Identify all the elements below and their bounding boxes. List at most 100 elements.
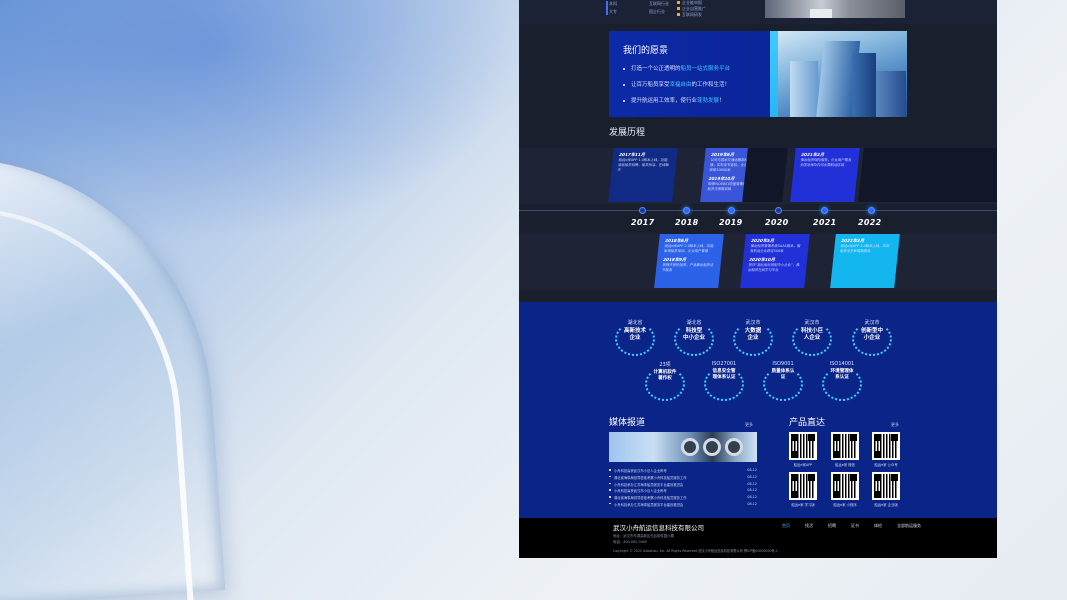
media-banner-image[interactable] <box>609 432 757 462</box>
honor-badge: 武汉市 大数据 企业 <box>731 308 775 356</box>
honor-badge: ISO14001 环境管理体 系认证 <box>820 357 864 401</box>
laurel-wreath-icon <box>645 367 685 401</box>
timeline-node <box>728 207 735 214</box>
qr-code[interactable] <box>789 432 817 460</box>
qr-label: 船运e家APP <box>793 463 813 467</box>
qr-code[interactable] <box>831 472 859 500</box>
qr-label: 船运e家 学习版 <box>791 503 815 507</box>
products-more-link[interactable]: 更多 <box>891 422 899 428</box>
qr-label: 船运e家 公众号 <box>874 463 898 467</box>
timeline-year: 2021 <box>813 218 837 227</box>
history-timeline: 2017年11月 船运e家APP 1.0版本上线，功能涵盖船员招聘、船员找活、在线… <box>519 142 997 302</box>
vision-item: 打造一个公正透明的船员一站式服务平台 <box>623 64 730 80</box>
laurel-wreath-icon <box>704 367 744 401</box>
timeline-node <box>821 207 828 214</box>
history-card: 2022年3月 船运e家APP 3.0版本上线，实现船员全生命周期服务 <box>830 234 900 288</box>
timeline-year: 2019 <box>719 218 743 227</box>
laurel-wreath-icon <box>822 367 862 401</box>
timeline-node <box>683 207 690 214</box>
background-glass-edge <box>0 192 195 600</box>
industry-list: 互联网行业 国企行业 <box>649 0 669 16</box>
timeline-year: 2020 <box>765 218 789 227</box>
timeline-node <box>868 207 875 214</box>
timeline-year: 2017 <box>631 218 655 227</box>
footer-copyright: Copyright © 2021 Xiaozhou, Inc. All Righ… <box>613 549 778 553</box>
footer-company-name: 武汉小舟航运信息科技有限公司 <box>613 524 704 532</box>
qr-code[interactable] <box>831 432 859 460</box>
qr-label: 船运e家 企业版 <box>874 503 898 507</box>
honor-badge: ISO27001 信息安全管 理体系认证 <box>702 357 746 401</box>
timeline-node <box>639 207 646 214</box>
qr-code[interactable] <box>872 432 900 460</box>
footer-nav: 首页 找活 招聘 证书 体检 全部航运服务 <box>782 523 921 529</box>
news-item[interactable]: 湖北省海事局领导莅临考察小舟科技船员服务工作 08-12 <box>609 475 757 482</box>
laurel-wreath-icon <box>852 322 892 356</box>
news-item[interactable]: 小舟科技承办江苏海事船员服务平台建设推进会 08-12 <box>609 502 757 509</box>
footer-nav-recruit[interactable]: 招聘 <box>828 523 836 529</box>
laurel-wreath-icon <box>792 322 832 356</box>
laurel-wreath-icon <box>615 322 655 356</box>
honors-section: 湖北省 高新技术 企业 湖北省 科技型 中小企业 武汉市 大数据 企业 武汉市 科技小… <box>519 302 997 410</box>
industry-item: 国企行业 <box>649 9 665 14</box>
news-item[interactable]: 小舟科技喜获武汉市小巨人企业称号 08-12 <box>609 468 757 475</box>
news-list: 小舟科技喜获武汉市小巨人企业称号 08-12 湖北省海事局领导莅临考察小舟科技船员… <box>609 468 757 509</box>
vision-item: 让百万船员享受幸福自由的工作和生活！ <box>623 80 730 96</box>
media-title: 媒体报道 <box>609 418 646 428</box>
industry-item: 互联网行业 <box>649 1 669 6</box>
media-more-link[interactable]: 更多 <box>745 422 753 428</box>
qr-code[interactable] <box>789 472 817 500</box>
footer-nav-certificate[interactable]: 证书 <box>851 523 859 529</box>
media-products-section: 媒体报道 更多 小舟科技喜获武汉市小巨人企业称号 08-12 湖北省海事局领导莅临… <box>519 410 997 518</box>
footer-nav-medical[interactable]: 体检 <box>874 523 882 529</box>
history-card: 2017年11月 船运e家APP 1.0版本上线，功能涵盖船员招聘、船员找活、在线… <box>608 148 678 202</box>
timeline-node <box>775 207 782 214</box>
footer-nav-services[interactable]: 全部航运服务 <box>897 523 921 529</box>
service-list: 企业能申报 企业自营推广 互联网研发 <box>677 0 706 18</box>
footer-address: 地址：武汉市东湖高新区光谷软件园六期 <box>613 534 675 538</box>
history-card: 2020年5月 推出船员管理系统SAAS版本，服务航运企业超过500家 2020年… <box>740 234 810 288</box>
history-card: 2018年6月 船运e家APP 2.0版本上线，功能新增船员培训、企业用户管理 2… <box>654 234 724 288</box>
qr-label: 船运e家 小程序 <box>833 503 857 507</box>
news-item[interactable]: 小舟科技喜获武汉市小巨人企业称号 08-12 <box>609 488 757 495</box>
laurel-wreath-icon <box>763 367 803 401</box>
website-page-mockup: 本科 大专 互联网行业 国企行业 企业能申报 企业自营推广 互联网研发 我们的愿… <box>519 0 997 558</box>
qr-code[interactable] <box>872 472 900 500</box>
bullet-square-icon <box>677 1 680 4</box>
laurel-wreath-icon <box>733 322 773 356</box>
footer-nav-home[interactable]: 首页 <box>782 523 790 529</box>
qr-label: 船运e家 微信 <box>834 463 856 467</box>
site-footer: 武汉小舟航运信息科技有限公司 地址：武汉市东湖高新区光谷软件园六期 电话：400… <box>519 518 997 558</box>
history-title: 发展历程 <box>609 128 646 138</box>
honor-badge: ISO9001 质量体系认证 <box>761 357 805 401</box>
honor-badge: 湖北省 科技型 中小企业 <box>672 308 716 356</box>
vision-section: 我们的愿景 打造一个公正透明的船员一站式服务平台 让百万船员享受幸福自由的工作和… <box>519 28 997 122</box>
honor-badge: 23项 计算机软件 著作权 <box>643 357 687 401</box>
footer-nav-jobs[interactable]: 找活 <box>805 523 813 529</box>
honor-badge: 武汉市 科技小巨 人企业 <box>790 308 834 356</box>
timeline-year: 2022 <box>858 218 882 227</box>
honor-badge: 武汉市 创新型中 小企业 <box>850 308 894 356</box>
education-list: 本科 大专 <box>606 0 617 16</box>
bullet-square-icon <box>677 13 680 16</box>
skyscraper-image <box>770 31 907 117</box>
service-item: 互联网研发 <box>677 12 706 18</box>
accent-bar <box>606 1 608 15</box>
news-item[interactable]: 湖北省海事局领导莅临考察小舟科技船员服务工作 08-12 <box>609 495 757 502</box>
footer-phone: 电话：400-000-0000 <box>613 540 648 544</box>
top-strip: 本科 大专 互联网行业 国企行业 企业能申报 企业自营推广 互联网研发 <box>519 0 997 24</box>
timeline-axis <box>519 210 997 211</box>
honor-badge: 湖北省 高新技术 企业 <box>613 308 657 356</box>
vision-banner: 我们的愿景 打造一个公正透明的船员一站式服务平台 让百万船员享受幸福自由的工作和… <box>609 31 907 117</box>
timeline-year: 2018 <box>675 218 699 227</box>
vision-item: 提升航运用工效率，使行业蓬勃发展！ <box>623 96 730 112</box>
education-item: 本科 <box>609 1 617 6</box>
education-item: 大专 <box>609 9 617 14</box>
news-item[interactable]: 小舟科技承办江苏海事船员服务平台建设推进会 08-12 <box>609 482 757 489</box>
office-photo <box>765 0 905 18</box>
history-card: 2021年2月 推出船员保险服务，企业用户覆盖全国沿海及内河主要航运区域 <box>790 148 860 202</box>
vision-list: 打造一个公正透明的船员一站式服务平台 让百万船员享受幸福自由的工作和生活！ 提升… <box>623 64 730 112</box>
laurel-wreath-icon <box>674 322 714 356</box>
products-title: 产品直达 <box>789 418 826 428</box>
bullet-square-icon <box>677 7 680 10</box>
vision-title: 我们的愿景 <box>623 46 669 56</box>
